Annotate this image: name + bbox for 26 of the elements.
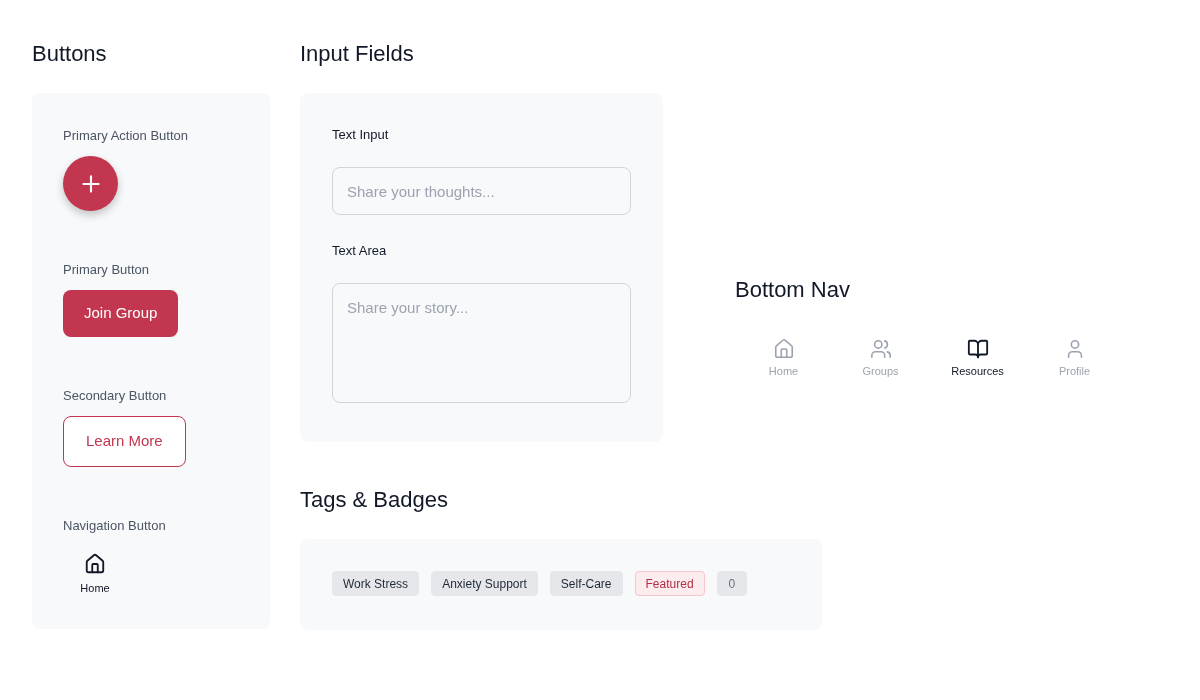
people-icon — [869, 338, 892, 360]
field-label: Text Input — [332, 126, 390, 143]
tag: Self-Care — [549, 571, 623, 596]
text-area-field[interactable]: Share your story... — [332, 283, 631, 403]
join-group-button[interactable]: Join Group — [63, 290, 179, 337]
book-icon — [966, 338, 989, 360]
section-heading: Buttons — [32, 40, 107, 68]
nav-item[interactable]: Resources — [929, 330, 1026, 382]
nav-button[interactable]: Home — [63, 546, 127, 595]
demo-label: Primary Button — [63, 261, 149, 278]
section-heading: Input Fields — [300, 40, 414, 68]
featured-badge: Featured — [634, 571, 705, 596]
house-icon — [84, 553, 106, 575]
field-label: Text Area — [332, 242, 388, 259]
demo-label: Primary Action Button — [63, 127, 188, 144]
section-heading: Bottom Nav — [735, 276, 850, 304]
demo-label: Secondary Button — [63, 387, 167, 404]
text-input-field[interactable]: Share your thoughts... — [332, 167, 631, 215]
section-heading: Tags & Badges — [300, 486, 448, 514]
demo-label: Navigation Button — [63, 517, 166, 534]
tag: Anxiety Support — [431, 571, 538, 596]
count-badge: 0 — [716, 571, 748, 596]
house-icon — [772, 338, 795, 360]
tag: Work Stress — [332, 571, 420, 596]
add-button[interactable] — [63, 156, 118, 211]
learn-more-button[interactable]: Learn More — [63, 416, 186, 467]
